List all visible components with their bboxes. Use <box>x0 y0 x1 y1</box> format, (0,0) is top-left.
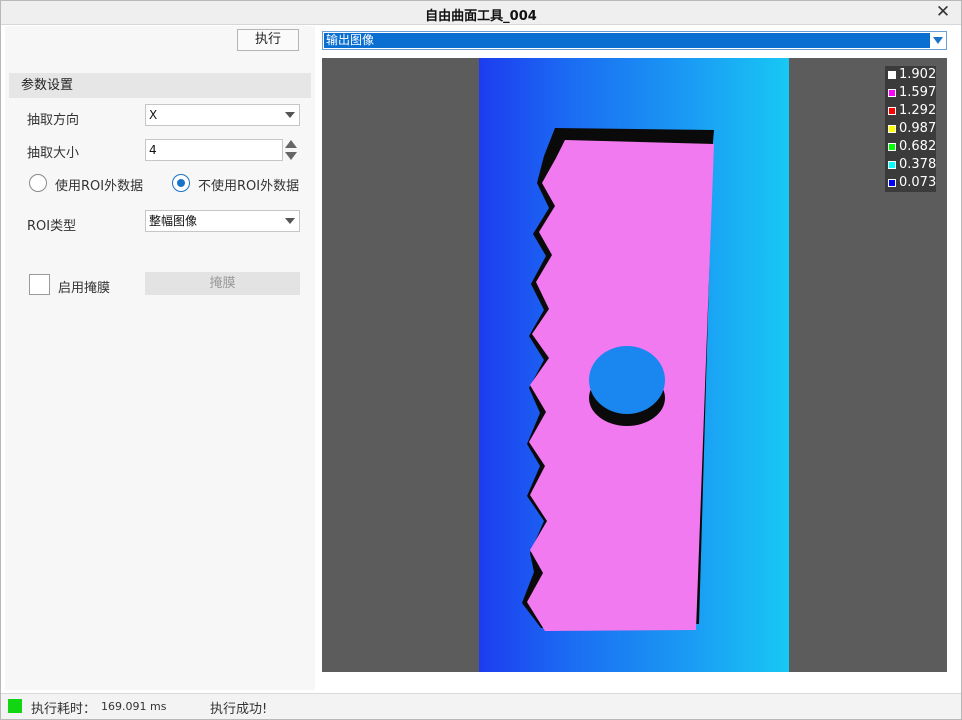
radio-not-use-roi-outside-label[interactable]: 不使用ROI外数据 <box>198 175 299 194</box>
spin-up-icon[interactable] <box>285 140 297 148</box>
exec-time-value: 169.091 ms <box>101 700 167 713</box>
legend-item: 1.597 <box>885 84 936 102</box>
legend-swatch <box>888 71 896 79</box>
tool-window: 自由曲面工具_004 ✕ 执行 参数设置 抽取方向 X 抽取大小 4 使用ROI… <box>0 0 962 720</box>
chevron-down-icon <box>285 112 295 118</box>
legend-value: 0.987 <box>899 121 937 136</box>
legend-value: 0.073 <box>899 175 937 190</box>
legend-swatch <box>888 179 896 187</box>
hole <box>589 346 665 414</box>
extract-size-label: 抽取大小 <box>27 146 80 161</box>
status-indicator <box>8 699 22 713</box>
legend-swatch <box>888 125 896 133</box>
image-viewer[interactable] <box>322 58 947 672</box>
legend-item: 0.073 <box>885 174 936 192</box>
legend-value: 0.378 <box>899 157 937 172</box>
status-message: 执行成功! <box>210 702 268 717</box>
chevron-down-icon <box>285 218 295 224</box>
legend-value: 1.292 <box>899 103 937 118</box>
extract-direction-value: X <box>149 108 158 122</box>
radio-not-use-roi-outside[interactable] <box>172 174 190 192</box>
legend-value: 0.682 <box>899 139 937 154</box>
window-title: 自由曲面工具_004 <box>425 9 537 24</box>
legend-swatch <box>888 107 896 115</box>
legend-swatch <box>888 161 896 169</box>
legend-swatch <box>888 89 896 97</box>
mask-button[interactable]: 掩膜 <box>145 272 300 295</box>
execute-button[interactable]: 执行 <box>237 29 299 51</box>
extract-size-input[interactable]: 4 <box>145 139 283 161</box>
exec-time-label: 执行耗时： <box>31 702 97 717</box>
roi-type-select[interactable]: 整幅图像 <box>145 210 300 232</box>
legend-item: 0.682 <box>885 138 936 156</box>
close-icon[interactable]: ✕ <box>933 2 953 22</box>
enable-mask-checkbox[interactable] <box>29 274 50 295</box>
depth-image <box>479 58 789 672</box>
roi-type-value: 整幅图像 <box>149 214 198 228</box>
legend-item: 0.987 <box>885 120 936 138</box>
output-image-select[interactable]: 输出图像 <box>322 31 947 50</box>
output-image-value: 输出图像 <box>324 33 930 48</box>
legend-value: 1.902 <box>899 67 937 82</box>
color-legend: 1.902 1.597 1.292 0.987 0.682 0.378 0.07… <box>885 66 936 192</box>
spin-down-icon[interactable] <box>285 152 297 160</box>
legend-swatch <box>888 143 896 151</box>
chevron-down-icon <box>933 37 943 44</box>
title-bar[interactable]: 自由曲面工具_004 ✕ <box>1 1 961 25</box>
enable-mask-label[interactable]: 启用掩膜 <box>58 277 110 296</box>
extract-direction-label: 抽取方向 <box>27 113 80 128</box>
section-header-params: 参数设置 <box>9 73 311 98</box>
legend-item: 1.902 <box>885 66 936 84</box>
legend-item: 0.378 <box>885 156 936 174</box>
extract-direction-select[interactable]: X <box>145 104 300 126</box>
status-bar: 执行耗时： 169.091 ms 执行成功! <box>1 693 961 719</box>
roi-type-label: ROI类型 <box>27 219 77 234</box>
radio-use-roi-outside-label[interactable]: 使用ROI外数据 <box>55 175 143 194</box>
legend-item: 1.292 <box>885 102 936 120</box>
legend-value: 1.597 <box>899 85 937 100</box>
radio-use-roi-outside[interactable] <box>29 174 47 192</box>
